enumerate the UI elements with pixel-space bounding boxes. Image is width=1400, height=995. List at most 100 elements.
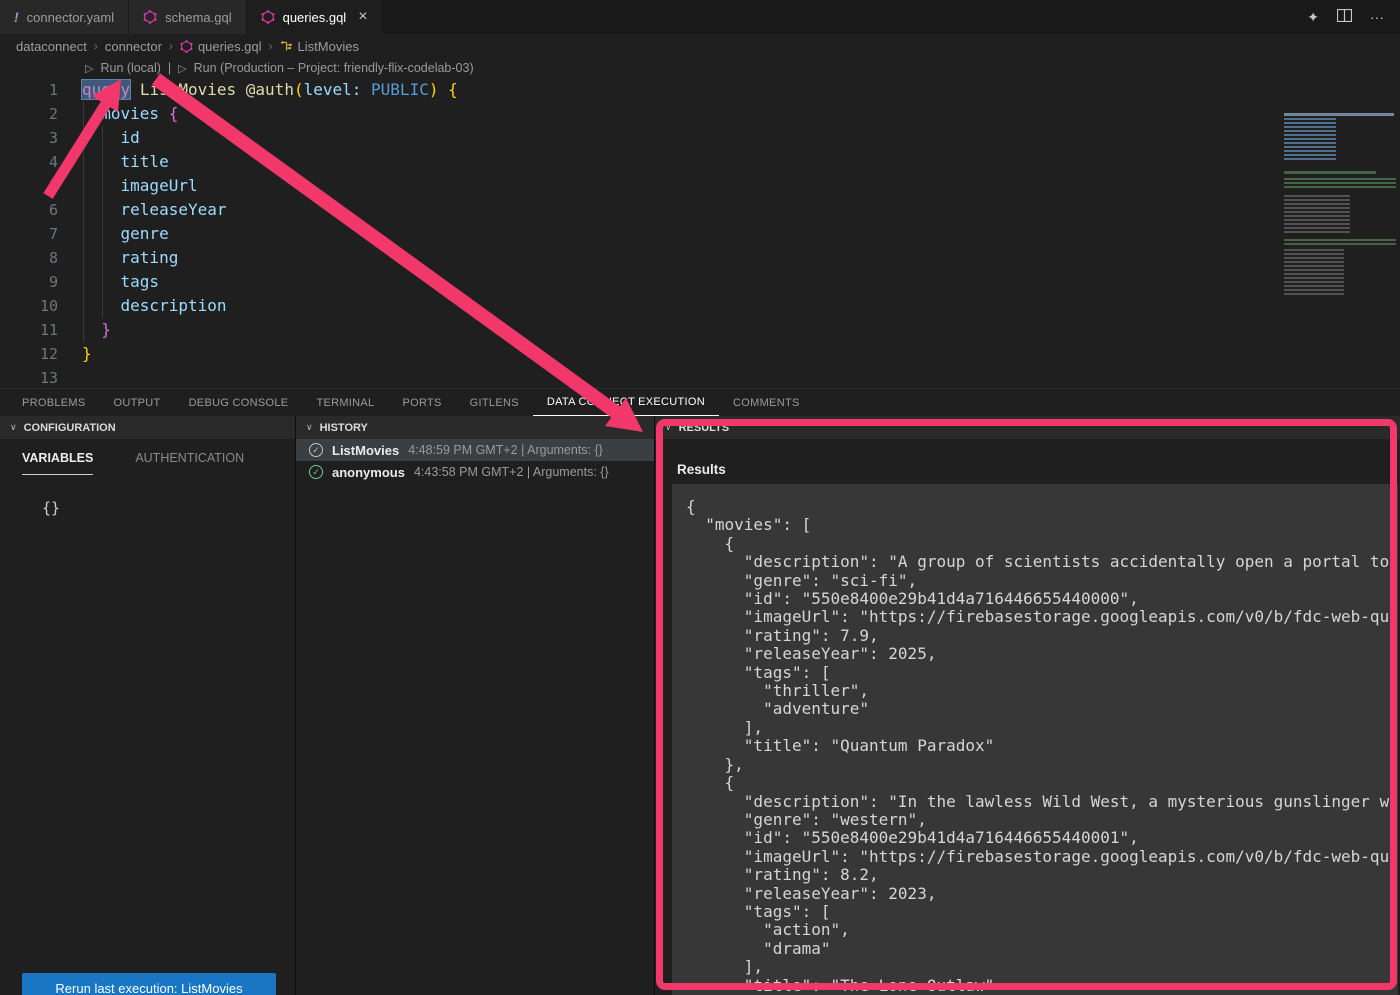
code-line[interactable]: 6 releaseYear (0, 198, 1280, 222)
check-circle-icon: ✓ (309, 443, 323, 457)
tab-label: queries.gql (283, 10, 347, 25)
tab-label: connector.yaml (27, 10, 114, 25)
minimap[interactable] (1282, 113, 1398, 299)
tab-schema-gql[interactable]: schema.gql (129, 0, 246, 34)
configuration-tabs: VARIABLES AUTHENTICATION (22, 451, 295, 475)
breadcrumb-label: ListMovies (298, 39, 359, 54)
codelens-row: ▷ Run (local) | ▷ Run (Production – Proj… (85, 58, 474, 78)
code-line[interactable]: 3 id (0, 126, 1280, 150)
bottom-panel: PROBLEMSOUTPUTDEBUG CONSOLETERMINALPORTS… (0, 388, 1400, 995)
panel-tab-bar: PROBLEMSOUTPUTDEBUG CONSOLETERMINALPORTS… (0, 389, 1400, 416)
results-header[interactable]: ∨ RESULTS (655, 416, 1400, 439)
line-number: 13 (0, 366, 58, 388)
panel-tab-gitlens[interactable]: GITLENS (456, 389, 533, 416)
graphql-icon (261, 10, 275, 24)
code-line[interactable]: 2 movies { (0, 102, 1280, 126)
code-lines: 1query ListMovies @auth(level: PUBLIC) {… (0, 78, 1280, 388)
editor-tab-bar: ! connector.yaml schema.gql queries.gql … (0, 0, 1400, 34)
code-line[interactable]: 9 tags (0, 270, 1280, 294)
chevron-right-icon: › (94, 39, 98, 53)
code-line[interactable]: 7 genre (0, 222, 1280, 246)
code-line[interactable]: 13 (0, 366, 1280, 388)
check-circle-icon: ✓ (309, 465, 323, 479)
breadcrumb-item[interactable]: ListMovies (280, 39, 359, 54)
more-actions-icon[interactable]: ··· (1370, 9, 1384, 25)
line-number: 1 (0, 78, 58, 102)
graphql-icon (180, 40, 193, 53)
chevron-right-icon: › (169, 39, 173, 53)
code-line[interactable]: 5 imageUrl (0, 174, 1280, 198)
section-title: RESULTS (679, 422, 730, 434)
code-editor[interactable]: ▷ Run (local) | ▷ Run (Production – Proj… (0, 58, 1400, 388)
code-line[interactable]: 4 title (0, 150, 1280, 174)
tab-label: schema.gql (165, 10, 231, 25)
window-actions: ✦ ··· (1307, 0, 1400, 34)
history-header[interactable]: ∨ HISTORY (296, 416, 654, 439)
breadcrumb-item[interactable]: dataconnect (16, 39, 87, 54)
history-meta: 4:48:59 PM GMT+2 | Arguments: {} (408, 443, 603, 457)
line-number: 6 (0, 198, 58, 222)
play-icon: ▷ (85, 62, 93, 75)
chevron-down-icon: ∨ (306, 422, 313, 433)
panel-tab-terminal[interactable]: TERMINAL (302, 389, 388, 416)
close-icon[interactable]: × (358, 9, 367, 25)
history-meta: 4:43:58 PM GMT+2 | Arguments: {} (414, 465, 609, 479)
split-editor-icon[interactable] (1337, 9, 1352, 25)
code-line[interactable]: 10 description (0, 294, 1280, 318)
data-connect-execution-view: ∨ CONFIGURATION VARIABLES AUTHENTICATION… (0, 416, 1400, 995)
history-name: anonymous (332, 465, 405, 480)
section-title: HISTORY (320, 422, 368, 434)
run-local-link[interactable]: Run (local) (100, 61, 160, 75)
history-row-anonymous[interactable]: ✓ anonymous 4:43:58 PM GMT+2 | Arguments… (296, 461, 654, 483)
graphql-icon (143, 10, 157, 24)
panel-tab-output[interactable]: OUTPUT (100, 389, 175, 416)
line-number: 4 (0, 150, 58, 174)
yaml-warning-icon: ! (14, 9, 19, 25)
line-number: 3 (0, 126, 58, 150)
chevron-down-icon: ∨ (10, 422, 17, 433)
tab-authentication[interactable]: AUTHENTICATION (135, 451, 244, 475)
section-title: CONFIGURATION (24, 422, 116, 434)
line-number: 9 (0, 270, 58, 294)
panel-tab-data-connect-execution[interactable]: DATA CONNECT EXECUTION (533, 389, 719, 416)
vscode-window: ! connector.yaml schema.gql queries.gql … (0, 0, 1400, 995)
code-line[interactable]: 8 rating (0, 246, 1280, 270)
panel-tab-debug-console[interactable]: DEBUG CONSOLE (175, 389, 303, 416)
configuration-header[interactable]: ∨ CONFIGURATION (0, 416, 295, 439)
results-json[interactable]: { "movies": [ { "description": "A group … (672, 484, 1398, 995)
code-line[interactable]: 1query ListMovies @auth(level: PUBLIC) { (0, 78, 1280, 102)
breadcrumb: dataconnect › connector › queries.gql › … (0, 34, 1400, 58)
panel-tab-problems[interactable]: PROBLEMS (8, 389, 100, 416)
line-number: 8 (0, 246, 58, 270)
indent-guide (83, 102, 84, 342)
rerun-last-execution-button[interactable]: Rerun last execution: ListMovies (22, 973, 276, 995)
tab-connector-yaml[interactable]: ! connector.yaml (0, 0, 129, 34)
history-name: ListMovies (332, 443, 399, 458)
tab-variables[interactable]: VARIABLES (22, 451, 93, 475)
variables-editor[interactable]: {} (42, 499, 295, 517)
breadcrumb-item[interactable]: connector (105, 39, 162, 54)
history-row-listmovies[interactable]: ✓ ListMovies 4:48:59 PM GMT+2 | Argument… (296, 439, 654, 461)
breadcrumb-item[interactable]: queries.gql (180, 39, 262, 54)
panel-tab-comments[interactable]: COMMENTS (719, 389, 814, 416)
codelens-divider: | (168, 61, 171, 75)
play-icon: ▷ (178, 62, 186, 75)
sparkle-icon[interactable]: ✦ (1307, 9, 1319, 26)
tab-queries-gql[interactable]: queries.gql × (247, 0, 383, 34)
line-number: 5 (0, 174, 58, 198)
results-label: Results (677, 462, 1400, 477)
query-symbol-icon (280, 40, 293, 53)
results-section: ∨ RESULTS Results { "movies": [ { "descr… (655, 416, 1400, 995)
history-section: ∨ HISTORY ✓ ListMovies 4:48:59 PM GMT+2 … (296, 416, 655, 995)
line-number: 12 (0, 342, 58, 366)
breadcrumb-label: queries.gql (198, 39, 262, 54)
line-number: 2 (0, 102, 58, 126)
chevron-right-icon: › (269, 39, 273, 53)
code-line[interactable]: 12} (0, 342, 1280, 366)
configuration-section: ∨ CONFIGURATION VARIABLES AUTHENTICATION… (0, 416, 296, 995)
code-line[interactable]: 11 } (0, 318, 1280, 342)
line-number: 10 (0, 294, 58, 318)
line-number: 7 (0, 222, 58, 246)
run-production-link[interactable]: Run (Production – Project: friendly-flix… (194, 61, 474, 75)
panel-tab-ports[interactable]: PORTS (388, 389, 455, 416)
